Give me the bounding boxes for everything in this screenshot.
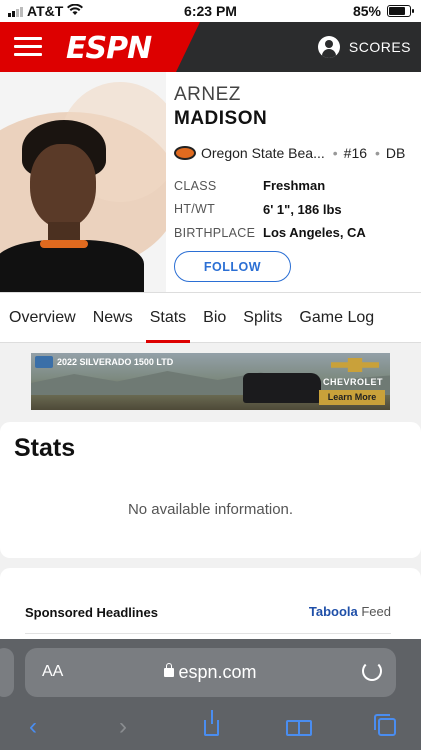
browser-toolbar: ‹ ›: [0, 708, 421, 748]
truck-image: [243, 373, 321, 403]
player-card: ARNEZ MADISON Oregon State Bea... • #16 …: [0, 72, 421, 292]
info-value: 6' 1", 186 lbs: [263, 201, 342, 217]
hamburger-icon[interactable]: [14, 37, 42, 57]
team-line: Oregon State Bea... • #16 • DB: [174, 143, 414, 163]
feed-label: Feed: [361, 604, 391, 619]
tabs-icon[interactable]: [372, 712, 402, 742]
sponsored-label: Sponsored Headlines: [25, 605, 158, 620]
ad-choices-icon[interactable]: [35, 356, 53, 368]
espn-header: ESPN SCORES: [0, 22, 421, 72]
status-bar: AT&T 6:23 PM 85%: [0, 0, 421, 22]
browser-chrome: AA espn.com ‹ ›: [0, 639, 421, 750]
tab-bio[interactable]: Bio: [203, 293, 226, 342]
info-label: CLASS: [174, 178, 217, 193]
follow-button[interactable]: FOLLOW: [174, 251, 291, 282]
chevron-left-icon[interactable]: ‹: [18, 712, 48, 742]
scores-link[interactable]: SCORES: [349, 39, 411, 55]
user-icon[interactable]: [318, 36, 340, 58]
lock-icon: [164, 663, 175, 677]
tab-splits[interactable]: Splits: [243, 293, 282, 342]
info-row-class: CLASS Freshman: [174, 174, 366, 198]
battery-icon: [387, 5, 414, 17]
player-info-list: CLASS Freshman HT/WT 6' 1", 186 lbs BIRT…: [174, 174, 366, 245]
info-row-htwt: HT/WT 6' 1", 186 lbs: [174, 198, 366, 222]
player-photo: [0, 72, 166, 292]
player-last-name: MADISON: [174, 108, 268, 129]
jersey-number: #16: [343, 145, 368, 161]
stats-card: Stats No available information.: [0, 422, 421, 558]
player-tabs: Overview News Stats Bio Splits Game Log: [0, 292, 421, 343]
tab-overview[interactable]: Overview: [9, 293, 76, 342]
player-first-name: ARNEZ: [174, 84, 241, 105]
chevron-right-icon[interactable]: ›: [108, 712, 138, 742]
empty-message: No available information.: [127, 501, 294, 518]
book-icon[interactable]: [284, 712, 314, 742]
ad-brand: CHEVROLET: [323, 377, 384, 387]
reload-icon[interactable]: [362, 661, 382, 681]
tab-game-log[interactable]: Game Log: [299, 293, 374, 342]
battery-percent: 85%: [352, 3, 381, 19]
divider: [25, 633, 391, 634]
chevrolet-logo-icon: [331, 358, 379, 372]
player-position: DB: [385, 145, 406, 161]
address-bar[interactable]: AA espn.com: [25, 648, 396, 697]
taboola-feed-link[interactable]: Taboola Feed: [309, 604, 391, 619]
ad-banner[interactable]: 2022 SILVERADO 1500 LTD CHEVROLET Learn …: [31, 353, 390, 410]
tab-stats[interactable]: Stats: [145, 293, 191, 343]
domain-text: espn.com: [178, 662, 257, 682]
previous-tab-peek[interactable]: [0, 648, 14, 697]
taboola-logo: Taboola: [308, 604, 358, 619]
battery-group: 85%: [352, 3, 414, 19]
team-logo-icon: [174, 146, 196, 160]
info-row-birthplace: BIRTHPLACE Los Angeles, CA: [174, 221, 366, 245]
learn-more-button[interactable]: Learn More: [319, 390, 385, 405]
separator-dot: •: [332, 145, 338, 161]
info-value: Freshman: [263, 178, 326, 194]
stats-heading: Stats: [14, 434, 76, 462]
info-label: HT/WT: [174, 202, 216, 217]
team-name[interactable]: Oregon State Bea...: [201, 145, 325, 161]
info-label: BIRTHPLACE: [174, 225, 256, 240]
ad-title: 2022 SILVERADO 1500 LTD: [57, 357, 174, 367]
tab-news[interactable]: News: [93, 293, 133, 342]
espn-logo[interactable]: ESPN: [66, 31, 152, 66]
separator-dot: •: [375, 145, 380, 161]
url-display[interactable]: espn.com: [25, 662, 396, 683]
info-value: Los Angeles, CA: [263, 225, 366, 241]
share-icon[interactable]: [196, 710, 226, 742]
